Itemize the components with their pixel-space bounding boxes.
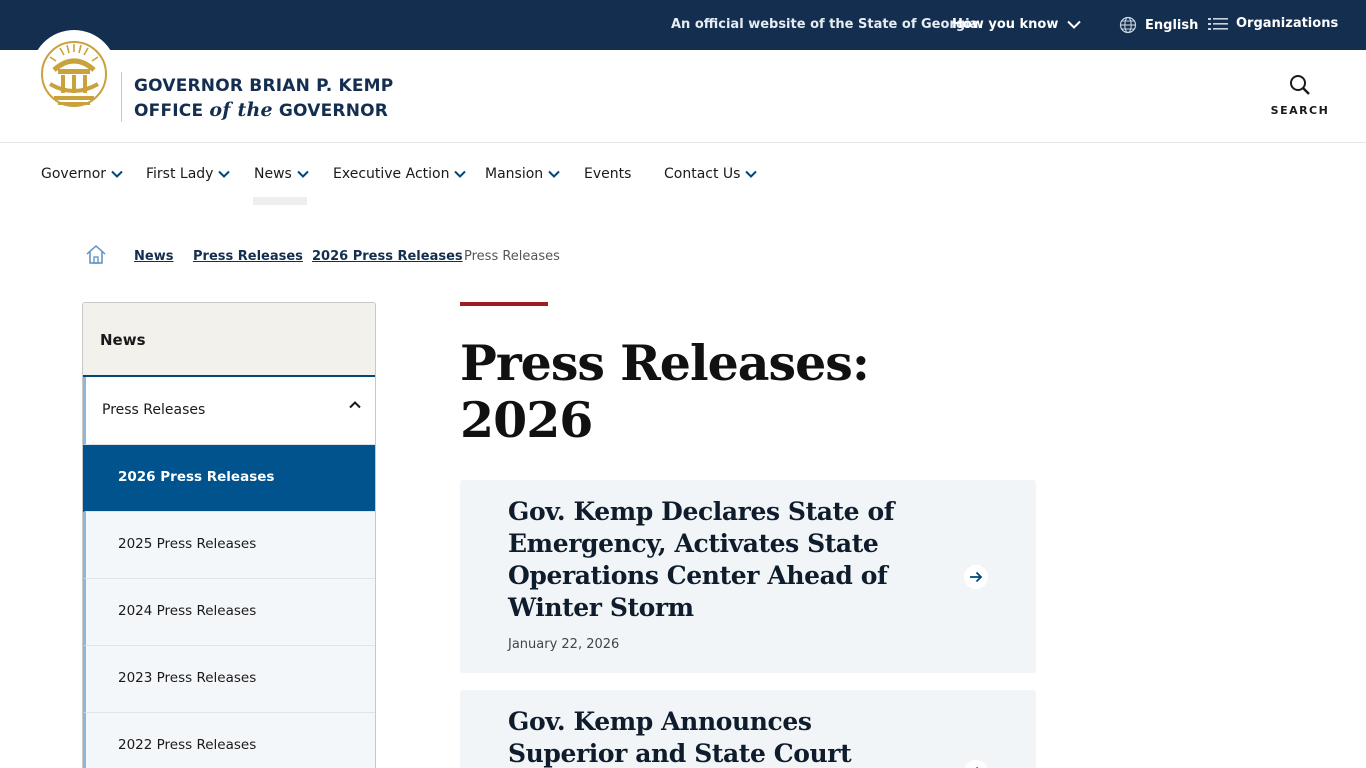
organizations-menu[interactable]: Organizations xyxy=(1208,16,1338,31)
brand-line-2-post: GOVERNOR xyxy=(272,101,389,121)
brand-divider xyxy=(121,72,122,122)
breadcrumb-link-news[interactable]: News xyxy=(134,249,173,264)
brand-line-2-pre: OFFICE xyxy=(134,101,210,121)
nav-label: Executive Action xyxy=(333,166,450,182)
language-label: English xyxy=(1145,17,1199,33)
brand-line-1: GOVERNOR BRIAN P. KEMP xyxy=(134,76,394,96)
nav-item-events[interactable]: Events xyxy=(584,166,631,182)
list-icon xyxy=(1208,17,1228,30)
nav-item-executive-action[interactable]: Executive Action xyxy=(333,166,467,182)
sidebar-item-2025-press-releases[interactable]: 2025 Press Releases xyxy=(83,512,375,579)
language-selector[interactable]: English xyxy=(1119,16,1198,34)
how-you-know-toggle[interactable]: How you know xyxy=(952,17,1082,32)
nav-label: Contact Us xyxy=(664,166,741,182)
home-icon[interactable] xyxy=(85,243,107,265)
breadcrumb-link-press-releases[interactable]: Press Releases xyxy=(193,249,303,264)
press-release-title[interactable]: Gov. Kemp Announces Superior and State C… xyxy=(508,706,938,768)
search-icon xyxy=(1290,75,1310,95)
search-label: SEARCH xyxy=(1270,104,1330,117)
site-brand[interactable]: GOVERNOR BRIAN P. KEMP OFFICE of the GOV… xyxy=(134,74,393,123)
active-nav-indicator xyxy=(253,197,307,205)
chevron-down-icon xyxy=(454,170,467,178)
breadcrumb-link-2026-press-releases[interactable]: 2026 Press Releases xyxy=(312,249,463,264)
chevron-down-icon xyxy=(218,170,231,178)
official-site-text: An official website of the State of Geor… xyxy=(671,17,984,32)
page-title-line-2: 2026 xyxy=(460,391,593,449)
chevron-down-icon xyxy=(111,170,123,178)
press-release-card[interactable]: Gov. Kemp Announces Superior and State C… xyxy=(460,690,1036,768)
page-title: Press Releases: 2026 xyxy=(460,335,1020,449)
chevron-down-icon xyxy=(1067,20,1082,29)
sidebar-item-2026-press-releases[interactable]: 2026 Press Releases xyxy=(83,445,375,512)
chevron-down-icon xyxy=(548,170,560,178)
sidebar-item-press-releases[interactable]: Press Releases xyxy=(83,377,375,445)
nav-label: Governor xyxy=(41,166,107,182)
nav-label: News xyxy=(254,166,292,182)
nav-label: Events xyxy=(584,166,632,182)
nav-item-news[interactable]: News xyxy=(254,166,309,182)
press-release-card[interactable]: Gov. Kemp Declares State of Emergency, A… xyxy=(460,480,1036,673)
arrow-right-icon[interactable] xyxy=(964,565,988,589)
chevron-up-icon[interactable] xyxy=(349,401,361,409)
site-header: GOVERNOR BRIAN P. KEMP OFFICE of the GOV… xyxy=(0,30,1366,143)
globe-icon xyxy=(1119,16,1137,34)
arrow-right-icon[interactable] xyxy=(964,760,988,768)
sidebar-item-2024-press-releases[interactable]: 2024 Press Releases xyxy=(83,579,375,646)
press-release-date: January 22, 2026 xyxy=(508,637,620,652)
georgia-seal-logo[interactable] xyxy=(31,30,117,116)
section-sidebar: News Press Releases 2026 Press Releases … xyxy=(82,302,376,768)
how-you-know-label: How you know xyxy=(952,17,1059,32)
organizations-label: Organizations xyxy=(1236,16,1339,31)
official-banner: An official website of the State of Geor… xyxy=(0,0,1366,50)
nav-item-contact-us[interactable]: Contact Us xyxy=(664,166,758,182)
brand-line-2-em: of the xyxy=(209,99,273,121)
nav-label: First Lady xyxy=(146,166,214,182)
sidebar-heading[interactable]: News xyxy=(83,303,375,377)
nav-item-first-lady[interactable]: First Lady xyxy=(146,166,231,182)
state-seal-icon xyxy=(41,41,107,107)
page-title-line-1: Press Releases: xyxy=(460,334,870,392)
chevron-down-icon xyxy=(745,170,758,178)
nav-label: Mansion xyxy=(485,166,544,182)
nav-item-governor[interactable]: Governor xyxy=(41,166,123,182)
breadcrumb-current: Press Releases xyxy=(464,249,560,264)
brand-line-2: OFFICE of the GOVERNOR xyxy=(134,98,393,123)
title-accent-bar xyxy=(460,302,548,306)
sidebar-item-2023-press-releases[interactable]: 2023 Press Releases xyxy=(83,646,375,713)
search-button[interactable]: SEARCH xyxy=(1270,74,1330,117)
press-release-title[interactable]: Gov. Kemp Declares State of Emergency, A… xyxy=(508,496,938,624)
sidebar-item-label: Press Releases xyxy=(102,402,206,418)
sidebar-item-2022-press-releases[interactable]: 2022 Press Releases xyxy=(83,713,375,768)
chevron-down-icon xyxy=(297,170,309,178)
main-navigation: Governor First Lady News Executive Actio… xyxy=(0,143,1366,205)
nav-item-mansion[interactable]: Mansion xyxy=(485,166,560,182)
